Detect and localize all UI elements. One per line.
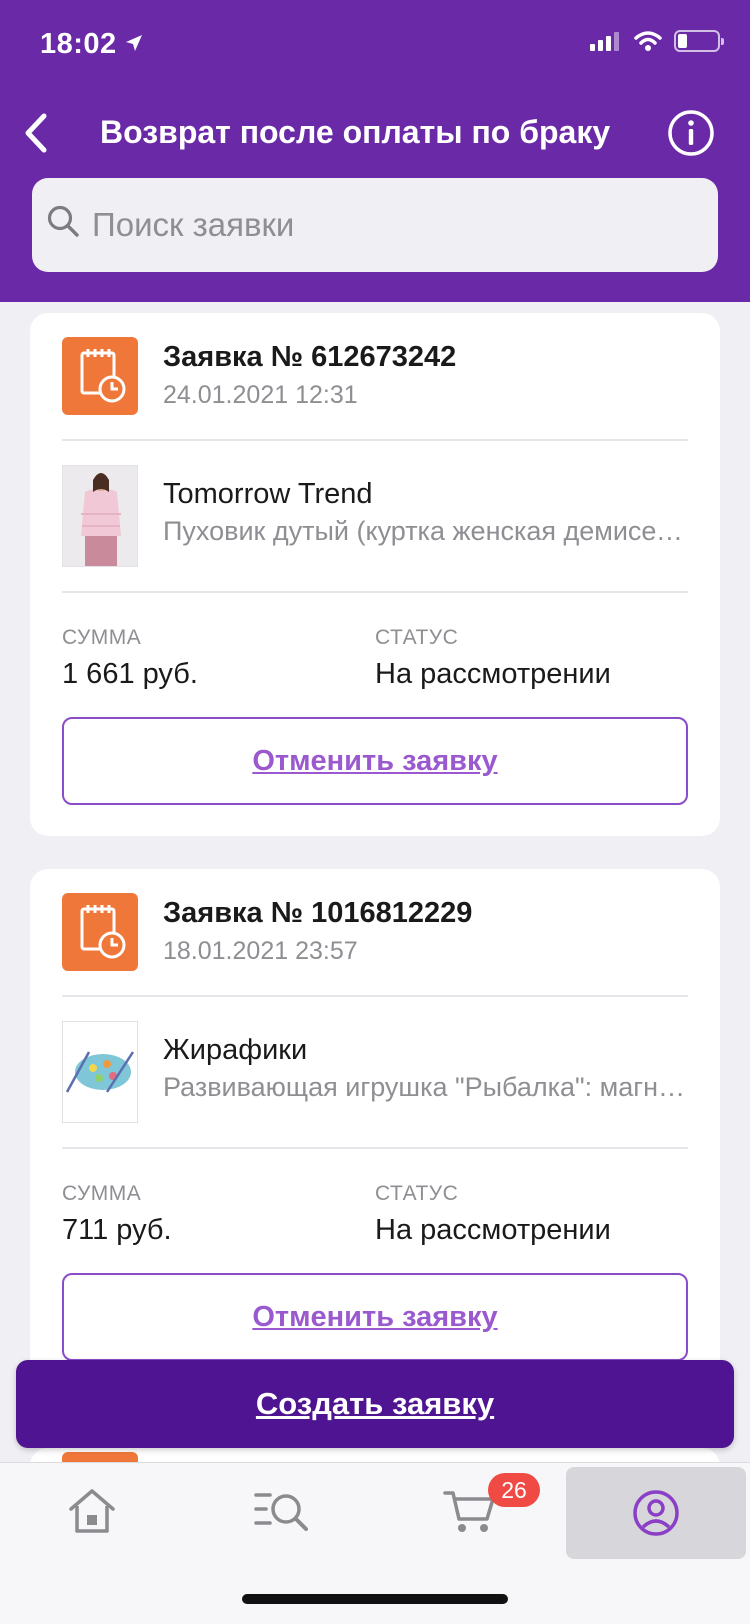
request-calendar-clock-icon — [62, 893, 138, 971]
info-icon[interactable] — [666, 108, 716, 158]
search-input[interactable] — [92, 178, 702, 272]
tab-profile[interactable] — [566, 1467, 746, 1559]
request-title: Заявка № 1016812229 — [163, 897, 473, 929]
cancel-request-button[interactable]: Отменить заявку — [62, 1273, 688, 1361]
divider — [62, 591, 688, 593]
status-label: СТАТУС — [375, 1182, 459, 1205]
home-icon — [69, 1489, 115, 1533]
sum-label: СУММА — [62, 626, 142, 649]
status-label: СТАТУС — [375, 626, 459, 649]
app-header: 18:02 Возврат после оплаты по браку — [0, 0, 750, 302]
tab-home[interactable] — [2, 1463, 182, 1559]
product-image-toy[interactable] — [62, 1021, 138, 1123]
status-value: На рассмотрении — [375, 1214, 611, 1246]
cart-badge: 26 — [488, 1473, 540, 1507]
divider — [62, 995, 688, 997]
divider — [62, 439, 688, 441]
catalog-search-icon — [254, 1493, 308, 1531]
product-brand: Tomorrow Trend — [163, 478, 373, 510]
product-image-jacket[interactable] — [62, 465, 138, 567]
product-brand: Жирафики — [163, 1034, 308, 1066]
request-title: Заявка № 612673242 — [163, 341, 457, 373]
product-name: Пуховик дутый (куртка женская демисезонн… — [163, 516, 693, 546]
profile-icon — [633, 1490, 679, 1536]
request-card: Заявка № 612673242 24.01.2021 12:31 Tomo… — [30, 313, 720, 836]
status-bar: 18:02 — [0, 0, 750, 90]
tab-catalog[interactable] — [192, 1463, 372, 1559]
signal-icon — [590, 32, 619, 51]
search-icon — [47, 205, 79, 237]
request-date: 18.01.2021 23:57 — [163, 937, 358, 965]
sum-value: 711 руб. — [62, 1214, 172, 1246]
page-title: Возврат после оплаты по браку — [100, 114, 611, 150]
create-request-button[interactable]: Создать заявку — [16, 1360, 734, 1448]
status-indicators — [590, 30, 724, 52]
sum-value: 1 661 руб. — [62, 658, 198, 690]
search-bar[interactable] — [32, 178, 718, 272]
home-indicator — [242, 1594, 508, 1604]
wifi-icon — [634, 31, 662, 51]
request-card: Заявка № 1016812229 18.01.2021 23:57 Жир… — [30, 869, 720, 1429]
request-calendar-clock-icon — [62, 337, 138, 415]
status-value: На рассмотрении — [375, 658, 611, 690]
location-arrow-icon — [126, 35, 142, 51]
back-chevron-icon[interactable] — [14, 108, 64, 158]
product-name: Развивающая игрушка "Рыбалка": магнитная — [163, 1072, 693, 1102]
cancel-request-button[interactable]: Отменить заявку — [62, 717, 688, 805]
sum-label: СУММА — [62, 1182, 142, 1205]
tab-cart[interactable]: 26 — [380, 1463, 560, 1559]
navigation-bar: Возврат после оплаты по браку — [0, 100, 750, 166]
request-date: 24.01.2021 12:31 — [163, 381, 358, 409]
battery-icon — [674, 30, 724, 52]
status-time: 18:02 — [40, 28, 117, 60]
divider — [62, 1147, 688, 1149]
